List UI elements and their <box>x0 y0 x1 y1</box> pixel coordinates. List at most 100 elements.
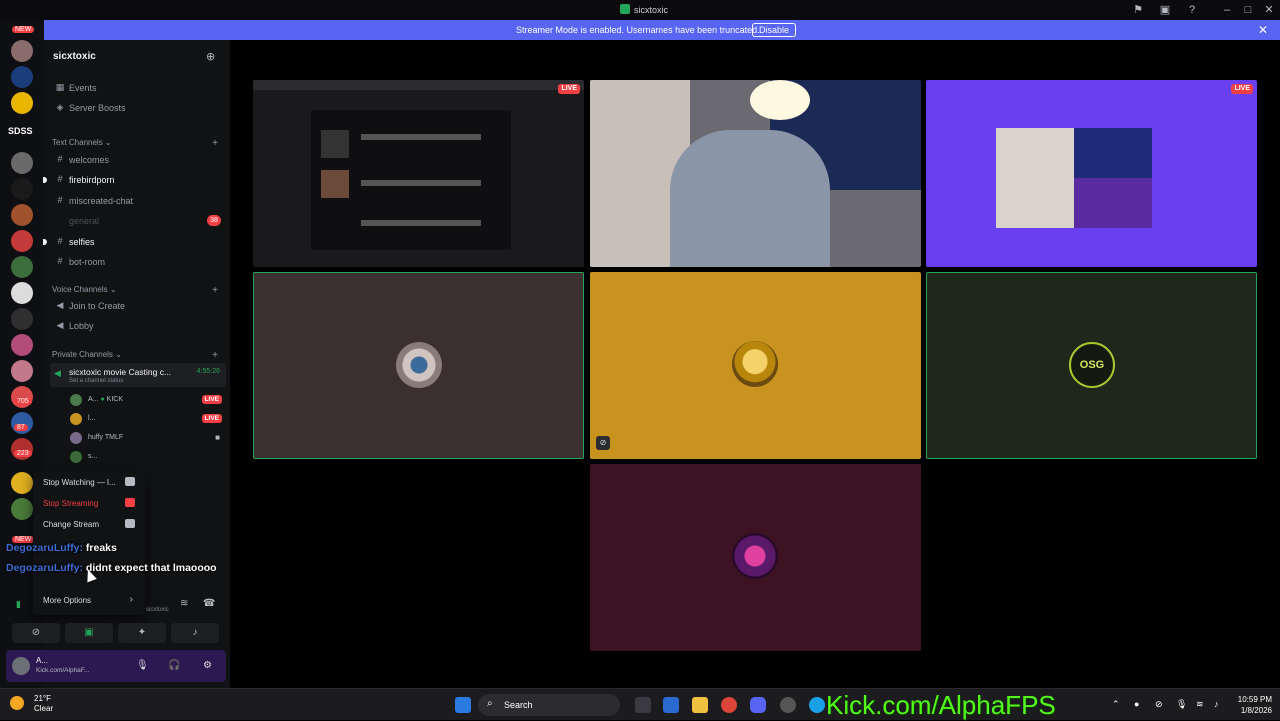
voice-user[interactable]: s... <box>68 448 224 466</box>
server-icon[interactable] <box>11 230 33 252</box>
tray-app-icon[interactable]: ● <box>1134 699 1139 709</box>
tray-volume-icon[interactable]: ♪ <box>1214 699 1219 709</box>
close-banner-icon[interactable]: ✕ <box>1258 23 1268 37</box>
camera-button[interactable]: ⊘ <box>12 623 60 643</box>
avatar <box>70 432 82 444</box>
voice-tile[interactable] <box>253 272 584 459</box>
channel-status-hint[interactable]: Set a channel status <box>69 378 123 384</box>
channel-lobby[interactable]: ◀ Lobby <box>44 317 230 335</box>
add-channel-icon[interactable]: + <box>212 138 218 149</box>
disable-streamer-mode-button[interactable]: Disable <box>752 23 797 37</box>
maximize-icon[interactable]: □ <box>1241 3 1255 17</box>
channel-general[interactable]: general <box>44 212 230 230</box>
server-icon[interactable] <box>11 282 33 304</box>
category-private-channels[interactable]: Private Channels ⌄ + <box>52 350 222 364</box>
mention-count-badge: 705 <box>14 398 32 405</box>
file-explorer-icon[interactable] <box>692 697 708 713</box>
stop-streaming-item[interactable]: Stop Streaming <box>39 495 139 511</box>
server-icon[interactable] <box>11 256 33 278</box>
settings-gear-icon[interactable]: ⚙ <box>203 660 212 671</box>
screen-x-icon <box>125 477 135 486</box>
close-window-icon[interactable]: ✕ <box>1262 3 1276 17</box>
taskbar-search[interactable]: ⌕ Search <box>478 694 620 716</box>
server-icon[interactable] <box>11 178 33 200</box>
server-name[interactable]: sicxtoxic <box>53 51 96 62</box>
stream-tile-camera[interactable] <box>590 80 921 267</box>
chat-overlay-message: DegozaruLuffy: freaks <box>6 542 117 554</box>
camera-off-icon: ⊘ <box>31 627 41 638</box>
user-name[interactable]: A... <box>36 656 48 665</box>
tray-mic-icon[interactable]: 🎙 <box>1176 699 1187 710</box>
hash-icon: # <box>57 154 63 164</box>
events-item[interactable]: ▦ Events <box>44 79 230 97</box>
voice-user[interactable]: A... ● KICK LIVE <box>68 391 224 409</box>
channel-selfies[interactable]: # selfies <box>43 233 230 251</box>
voice-tile[interactable] <box>590 464 921 651</box>
store-icon[interactable] <box>663 697 679 713</box>
server-icon[interactable] <box>11 92 33 114</box>
category-text-channels[interactable]: Text Channels ⌄ + <box>52 138 222 152</box>
active-voice-channel[interactable]: ◀ sicxtoxic movie Casting c... Set a cha… <box>50 363 226 387</box>
screen-share-button[interactable]: ▣ <box>65 623 113 643</box>
server-label-sdss[interactable]: SDSS <box>8 126 33 136</box>
invite-people-icon[interactable]: ⊕ <box>206 50 215 63</box>
server-icon[interactable] <box>11 472 33 494</box>
disconnect-icon[interactable]: ☎ <box>203 598 215 609</box>
server-icon[interactable] <box>11 308 33 330</box>
menu-item-label: Change Stream <box>43 520 100 529</box>
taskbar-clock[interactable]: 10:59 PM 1/8/2026 <box>1228 694 1272 716</box>
tray-overflow-icon[interactable]: ⌃ <box>1112 699 1120 710</box>
add-channel-icon[interactable]: + <box>212 285 218 296</box>
voice-user[interactable]: huffy TMLF ■ <box>68 429 224 447</box>
server-icon[interactable] <box>11 40 33 62</box>
unread-indicator <box>43 239 47 245</box>
server-icon[interactable] <box>11 360 33 382</box>
change-stream-item[interactable]: Change Stream <box>39 516 139 532</box>
help-icon[interactable]: ? <box>1185 3 1199 17</box>
server-boosts-item[interactable]: ◈ Server Boosts <box>44 99 230 117</box>
channel-firebirdporn[interactable]: # firebirdporn <box>43 171 230 189</box>
server-icon[interactable] <box>11 498 33 520</box>
discord-icon[interactable] <box>750 697 766 713</box>
channel-bot-room[interactable]: # bot-room <box>44 253 230 271</box>
headphones-icon[interactable]: 🎧 <box>168 660 180 671</box>
voice-tile[interactable]: OSG <box>926 272 1257 459</box>
channel-miscreated-chat[interactable]: # miscreated-chat <box>44 192 230 210</box>
chat-text: freaks <box>85 542 117 554</box>
stream-tile-screen[interactable]: LIVE <box>253 80 584 267</box>
windows-start-icon[interactable] <box>455 697 471 713</box>
voice-tile[interactable]: ⊘ <box>590 272 921 459</box>
voice-connection-panel: ▮ sicxtoxic ≋ ☎ ⊘ ▣ ✦ ♪ <box>6 595 226 645</box>
app-icon[interactable] <box>780 697 796 713</box>
chrome-icon[interactable] <box>721 697 737 713</box>
stream-tile-screen[interactable]: LIVE <box>926 80 1257 267</box>
voice-channel-hint: sicxtoxic <box>146 607 169 613</box>
channel-welcomes[interactable]: # welcomes <box>44 151 230 169</box>
server-icon[interactable] <box>11 334 33 356</box>
app-logo-icon <box>620 4 630 14</box>
tray-network-off-icon[interactable]: ⊘ <box>1155 699 1163 710</box>
soundboard-button[interactable]: ♪ <box>171 623 219 643</box>
pin-icon[interactable]: ⚑ <box>1131 3 1145 17</box>
edge-icon[interactable] <box>809 697 825 713</box>
channel-label: Join to Create <box>69 301 126 311</box>
task-view-icon[interactable] <box>635 697 651 713</box>
channel-join-to-create[interactable]: ◀ Join to Create <box>44 297 230 315</box>
server-icon[interactable] <box>11 66 33 88</box>
microphone-icon[interactable]: 🎙 <box>136 660 149 671</box>
inbox-icon[interactable]: ▣ <box>1158 3 1172 17</box>
stop-watching-item[interactable]: Stop Watching — l... <box>39 474 139 490</box>
avatar[interactable] <box>12 657 30 675</box>
server-icon[interactable] <box>11 152 33 174</box>
voice-user[interactable]: l... LIVE <box>68 410 224 428</box>
voice-channel-name: sicxtoxic movie Casting c... <box>69 367 172 377</box>
server-icon[interactable] <box>11 204 33 226</box>
kick-overlay-text: Kick.com/AlphaFPS <box>826 690 1056 720</box>
tray-wifi-icon[interactable]: ≋ <box>1196 699 1204 710</box>
minimize-icon[interactable]: – <box>1220 3 1234 17</box>
user-panel: A... Kick.com/AlphaF... 🎙 🎧 ⚙ <box>6 650 226 682</box>
add-channel-icon[interactable]: + <box>212 350 218 361</box>
clock-time: 10:59 PM <box>1237 695 1272 704</box>
activities-button[interactable]: ✦ <box>118 623 166 643</box>
noise-suppression-icon[interactable]: ≋ <box>180 598 188 609</box>
